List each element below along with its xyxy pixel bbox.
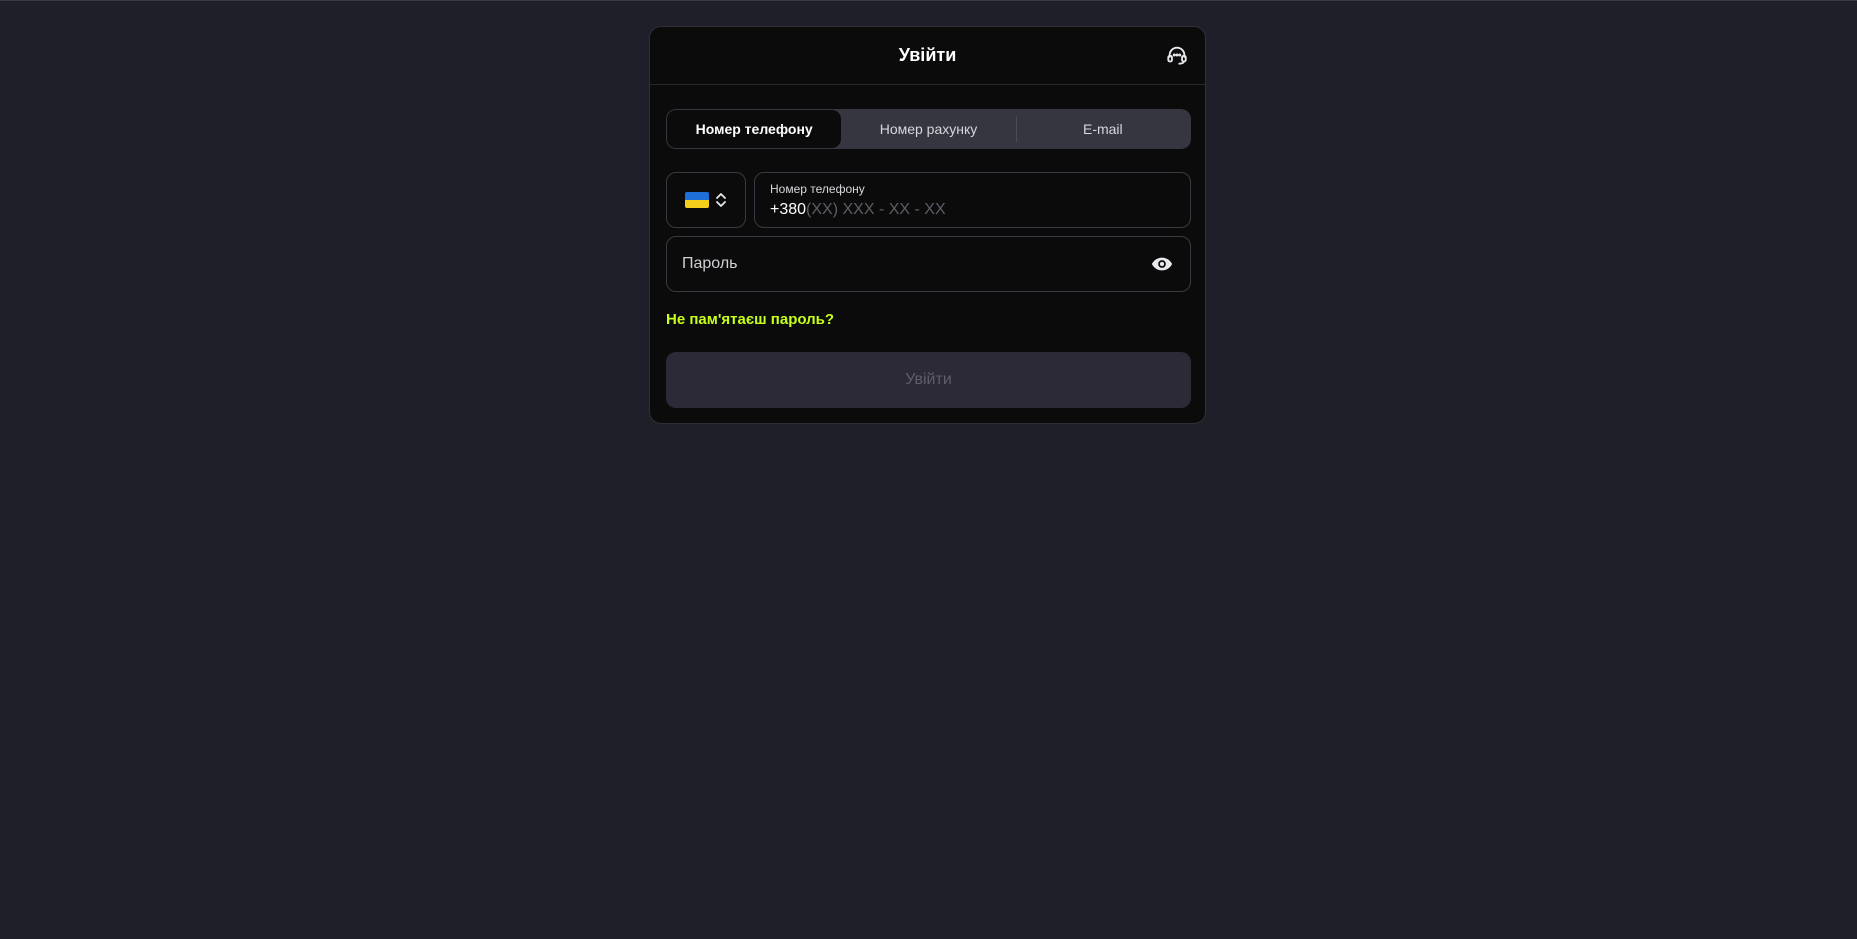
ukraine-flag-icon xyxy=(685,192,709,208)
phone-input[interactable]: +380(XX) XXX - XX - XX xyxy=(770,200,1175,220)
password-input[interactable] xyxy=(682,255,1149,273)
password-field xyxy=(666,236,1191,292)
modal-header: Увійти xyxy=(650,27,1205,85)
headset-icon xyxy=(1167,46,1187,65)
phone-prefix: +380 xyxy=(770,201,807,218)
support-button[interactable] xyxy=(1163,41,1191,69)
phone-field-label: Номер телефону xyxy=(770,182,865,196)
country-code-select[interactable] xyxy=(666,172,746,228)
tab-label: Номер рахунку xyxy=(879,121,978,137)
modal-title: Увійти xyxy=(898,45,957,65)
toggle-password-visibility-button[interactable] xyxy=(1149,251,1175,277)
login-method-tabs: Номер телефону Номер рахунку E-mail xyxy=(666,109,1191,149)
phone-mask: (XX) XXX - XX - XX xyxy=(806,201,946,218)
tab-label: E-mail xyxy=(1082,121,1123,137)
tab-phone-number[interactable]: Номер телефону xyxy=(667,110,842,148)
phone-input-field[interactable]: Номер телефону +380(XX) XXX - XX - XX xyxy=(754,172,1191,228)
eye-icon xyxy=(1151,257,1173,271)
window-top-border xyxy=(0,0,1857,1)
login-modal: Увійти Номер телефону Номер рахунку E-ma… xyxy=(649,26,1206,424)
chevron-up-down-icon xyxy=(716,193,726,207)
login-submit-button[interactable]: Увійти xyxy=(666,352,1191,408)
tab-email[interactable]: E-mail xyxy=(1015,110,1190,148)
forgot-password-link[interactable]: Не пам'ятаєш пароль? xyxy=(666,311,834,328)
tab-label: Номер телефону xyxy=(695,121,813,137)
tab-account-number[interactable]: Номер рахунку xyxy=(841,110,1015,148)
